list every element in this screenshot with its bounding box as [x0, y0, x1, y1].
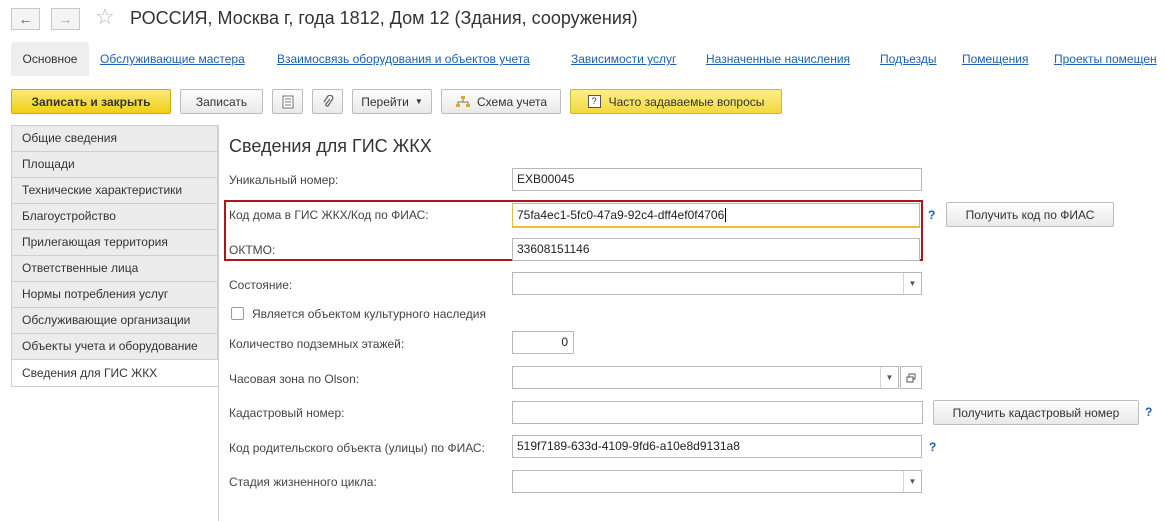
tab-entrances[interactable]: Подъезды: [880, 52, 937, 66]
cadastral-label: Кадастровый номер:: [229, 406, 345, 420]
underground-floors-field[interactable]: 0: [512, 331, 574, 354]
house-code-value: 75fa4ec1-5fc0-47a9-92c4-dff4ef0f4706: [517, 208, 725, 222]
chevron-down-icon: ▼: [414, 97, 423, 106]
tab-main[interactable]: Основное: [11, 42, 89, 76]
open-timezone-button[interactable]: [900, 366, 922, 389]
dropdown-arrow-icon[interactable]: ▼: [880, 367, 898, 388]
star-icon[interactable]: ☆: [95, 4, 115, 30]
tab-premises-projects[interactable]: Проекты помещен: [1054, 52, 1157, 66]
get-cadastral-number-button[interactable]: Получить кадастровый номер: [933, 400, 1139, 425]
dropdown-arrow-icon[interactable]: ▼: [903, 273, 921, 294]
window-title: РОССИЯ, Москва г, года 1812, Дом 12 (Зда…: [130, 8, 638, 28]
text-cursor: [725, 208, 727, 222]
state-label: Состояние:: [229, 278, 293, 292]
arrow-left-icon: ←: [18, 11, 33, 27]
attach-button[interactable]: [312, 89, 343, 114]
cadastral-help-icon[interactable]: ?: [1145, 405, 1152, 419]
cultural-heritage-label: Является объектом культурного наследия: [252, 307, 487, 321]
back-button[interactable]: ←: [11, 8, 40, 30]
faq-button[interactable]: ? Часто задаваемые вопросы: [570, 89, 782, 114]
sidebar-item-consumption-norms[interactable]: Нормы потребления услуг: [11, 281, 218, 307]
parent-code-label: Код родительского объекта (улицы) по ФИА…: [229, 441, 485, 455]
paperclip-icon: [322, 94, 333, 107]
sidebar-item-areas[interactable]: Площади: [11, 151, 218, 177]
accounting-scheme-label: Схема учета: [476, 94, 548, 109]
save-and-close-button[interactable]: Записать и закрыть: [11, 89, 171, 114]
section-sidebar: Общие сведения Площади Технические харак…: [11, 125, 218, 387]
help-icon: ?: [587, 95, 601, 108]
tab-premises[interactable]: Помещения: [962, 52, 1028, 66]
get-fias-code-button[interactable]: Получить код по ФИАС: [946, 202, 1114, 227]
sidebar-item-adjacent-territory[interactable]: Прилегающая территория: [11, 229, 218, 255]
lifecycle-label: Стадия жизненного цикла:: [229, 475, 377, 489]
cultural-heritage-checkbox[interactable]: [231, 307, 244, 320]
parent-code-help-icon[interactable]: ?: [929, 440, 936, 454]
house-code-help-icon[interactable]: ?: [928, 208, 935, 222]
sidebar-item-service-orgs[interactable]: Обслуживающие организации: [11, 307, 218, 333]
state-select[interactable]: ▼: [512, 272, 922, 295]
sidebar-item-general[interactable]: Общие сведения: [11, 125, 218, 151]
sidebar-item-improvement[interactable]: Благоустройство: [11, 203, 218, 229]
dropdown-arrow-icon[interactable]: ▼: [903, 471, 921, 492]
scheme-icon: [455, 95, 470, 107]
tab-bar: Основное Обслуживающие мастера Взаимосвя…: [11, 42, 1165, 76]
accounting-scheme-button[interactable]: Схема учета: [441, 89, 561, 114]
oktmo-label: ОКТМО:: [229, 243, 276, 257]
forward-button[interactable]: →: [51, 8, 80, 30]
document-list-icon: [282, 95, 293, 108]
oktmo-field[interactable]: 33608151146: [512, 238, 920, 261]
open-window-icon: [906, 373, 916, 382]
section-title: Сведения для ГИС ЖКХ: [229, 136, 432, 156]
tab-service-dependencies[interactable]: Зависимости услуг: [571, 52, 676, 66]
sidebar-item-tech-specs[interactable]: Технические характеристики: [11, 177, 218, 203]
faq-label: Часто задаваемые вопросы: [608, 94, 765, 109]
sidebar-item-accounting-objects[interactable]: Объекты учета и оборудование: [11, 333, 218, 359]
parent-code-field[interactable]: 519f7189-633d-4109-9fd6-a10e8d9131a8: [512, 435, 922, 458]
tab-service-masters[interactable]: Обслуживающие мастера: [100, 52, 245, 66]
document-list-button[interactable]: [272, 89, 303, 114]
tab-assigned-charges[interactable]: Назначенные начисления: [706, 52, 850, 66]
cadastral-field[interactable]: [512, 401, 923, 424]
tab-equipment-relations[interactable]: Взаимосвязь оборудования и объектов учет…: [277, 52, 530, 66]
unique-number-label: Уникальный номер:: [229, 173, 339, 187]
timezone-label: Часовая зона по Olson:: [229, 372, 360, 386]
save-button[interactable]: Записать: [180, 89, 263, 114]
timezone-select[interactable]: ▼: [512, 366, 899, 389]
house-code-field[interactable]: 75fa4ec1-5fc0-47a9-92c4-dff4ef0f4706: [512, 203, 920, 228]
unique-number-field[interactable]: EXB00045: [512, 168, 922, 191]
goto-label: Перейти: [361, 94, 409, 109]
sidebar-divider: [218, 125, 219, 521]
house-code-label: Код дома в ГИС ЖКХ/Код по ФИАС:: [229, 208, 429, 222]
sidebar-item-responsible-persons[interactable]: Ответственные лица: [11, 255, 218, 281]
underground-floors-label: Количество подземных этажей:: [229, 337, 405, 351]
arrow-right-icon: →: [58, 11, 73, 27]
sidebar-item-gis-info[interactable]: Сведения для ГИС ЖКХ: [11, 359, 218, 387]
goto-dropdown-button[interactable]: Перейти ▼: [352, 89, 432, 114]
lifecycle-select[interactable]: ▼: [512, 470, 922, 493]
